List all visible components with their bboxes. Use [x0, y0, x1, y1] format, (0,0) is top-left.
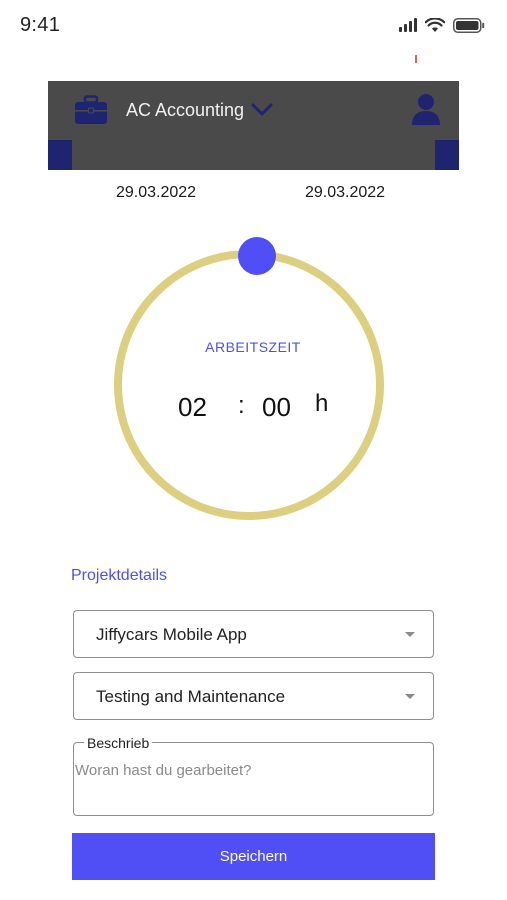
timer-ring: [114, 250, 384, 520]
dropdown-arrow-icon: [405, 632, 415, 637]
description-legend: Beschrieb: [84, 735, 153, 751]
company-header: AC Accounting: [48, 81, 459, 170]
briefcase-icon: [74, 95, 108, 125]
description-input[interactable]: [75, 762, 430, 808]
company-selector[interactable]: AC Accounting: [126, 100, 244, 121]
end-date[interactable]: 29.03.2022: [305, 184, 385, 202]
status-icons: [399, 16, 485, 34]
timer-label: ARBEITSZEIT: [205, 339, 301, 355]
timer-minutes: 00: [262, 392, 291, 422]
project-select-value: Jiffycars Mobile App: [96, 625, 247, 644]
start-date[interactable]: 29.03.2022: [116, 184, 196, 202]
project-select[interactable]: Jiffycars Mobile App: [73, 610, 434, 658]
section-title: Projektdetails: [71, 567, 168, 584]
task-select[interactable]: Testing and Maintenance: [73, 672, 434, 720]
user-icon[interactable]: [411, 93, 441, 125]
wifi-icon: [425, 17, 445, 33]
header-tab-right: [435, 140, 459, 170]
timer-unit: h: [315, 390, 329, 417]
header-tab-left: [48, 140, 72, 170]
save-button[interactable]: Speichern: [72, 833, 435, 880]
timer-separator: :: [238, 392, 245, 419]
signal-icon: [399, 18, 417, 32]
battery-icon: [453, 17, 485, 33]
task-select-value: Testing and Maintenance: [96, 687, 286, 706]
dropdown-arrow-icon: [405, 694, 415, 699]
timer-knob[interactable]: [238, 237, 276, 275]
status-time: 9:41: [20, 14, 61, 36]
scroll-indicator: [415, 55, 417, 63]
chevron-down-icon[interactable]: [250, 99, 274, 121]
timer-hours: 02: [178, 392, 207, 422]
